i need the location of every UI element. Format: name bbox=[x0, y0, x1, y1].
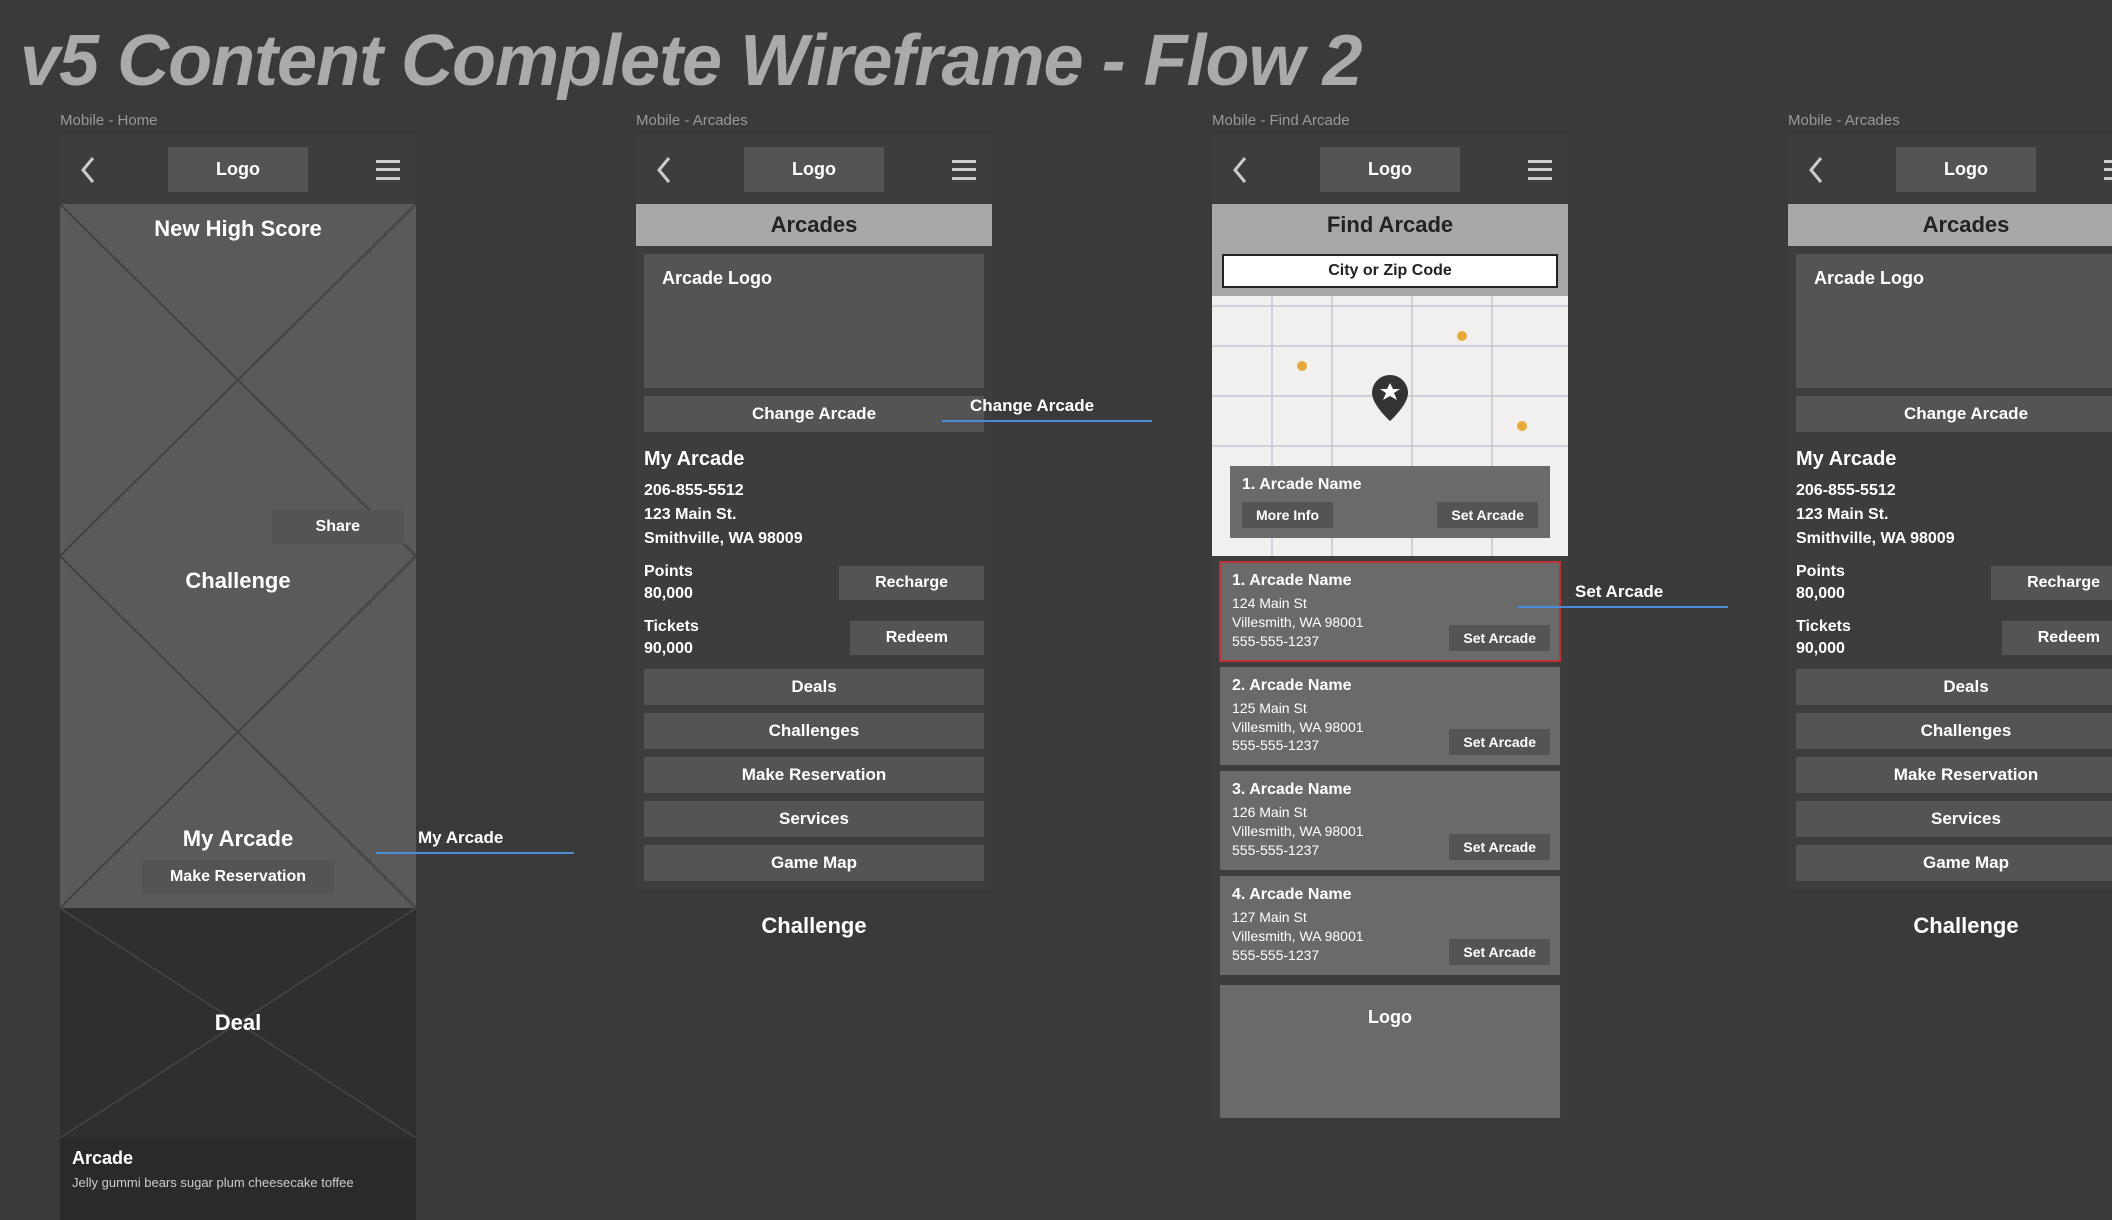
tickets-value: 90,000 bbox=[644, 638, 699, 660]
flow-link-set-arcade: Set Arcade bbox=[1575, 582, 1663, 602]
set-arcade-button[interactable]: Set Arcade bbox=[1449, 625, 1550, 651]
more-info-button[interactable]: More Info bbox=[1242, 502, 1333, 528]
myarcade-title: My Arcade bbox=[60, 826, 416, 852]
result-title: 4. Arcade Name bbox=[1232, 886, 1548, 904]
arcade-addr1: 123 Main St. bbox=[1796, 503, 2112, 527]
arcade-logo-box: Arcade Logo bbox=[644, 254, 984, 388]
page-title: v5 Content Complete Wireframe - Flow 2 bbox=[0, 0, 2112, 112]
result-row[interactable]: 2. Arcade Name 125 Main St Villesmith, W… bbox=[1220, 667, 1560, 766]
frame-label-home: Mobile - Home bbox=[60, 112, 416, 129]
hamburger-icon[interactable] bbox=[2104, 160, 2112, 180]
arcades-banner: Arcades bbox=[636, 204, 992, 246]
challenge-card: Challenge My Arcade Make Reservation bbox=[60, 556, 416, 908]
result-title: 3. Arcade Name bbox=[1232, 781, 1548, 799]
points-value: 80,000 bbox=[644, 583, 693, 605]
points-label: Points bbox=[644, 561, 693, 583]
my-arcade-heading: My Arcade bbox=[644, 448, 984, 471]
back-icon[interactable] bbox=[1228, 158, 1252, 182]
hamburger-icon[interactable] bbox=[1528, 160, 1552, 180]
result-row[interactable]: 3. Arcade Name 126 Main St Villesmith, W… bbox=[1220, 771, 1560, 870]
challenge-subtitle: Challenge bbox=[1788, 889, 2112, 963]
game-map-button[interactable]: Game Map bbox=[1796, 845, 2112, 881]
game-map-button[interactable]: Game Map bbox=[644, 845, 984, 881]
highscore-title: New High Score bbox=[60, 216, 416, 242]
points-value: 80,000 bbox=[1796, 583, 1845, 605]
deals-button[interactable]: Deals bbox=[1796, 669, 2112, 705]
map[interactable]: City or Zip Code 1. Arcade Name More Inf… bbox=[1212, 246, 1568, 556]
flow-link-my-arcade: My Arcade bbox=[418, 828, 503, 848]
back-icon[interactable] bbox=[1804, 158, 1828, 182]
set-arcade-button[interactable]: Set Arcade bbox=[1449, 834, 1550, 860]
challenge-title: Challenge bbox=[60, 568, 416, 594]
map-pin-icon bbox=[1372, 375, 1408, 426]
arcades-banner: Arcades bbox=[1788, 204, 2112, 246]
frame-label-arcades1: Mobile - Arcades bbox=[636, 112, 992, 129]
arcade-phone: 206-855-5512 bbox=[644, 479, 984, 503]
phone-arcades2: Logo Arcades Arcade Logo Change Arcade M… bbox=[1788, 135, 2112, 889]
make-reservation-button[interactable]: Make Reservation bbox=[142, 860, 334, 894]
points-label: Points bbox=[1796, 561, 1845, 583]
change-arcade-button[interactable]: Change Arcade bbox=[1796, 396, 2112, 432]
hamburger-icon[interactable] bbox=[376, 160, 400, 180]
logo-button[interactable]: Logo bbox=[1896, 147, 2036, 192]
frame-label-arcades2: Mobile - Arcades bbox=[1788, 112, 2112, 129]
hamburger-icon[interactable] bbox=[952, 160, 976, 180]
footer-logo: Logo bbox=[1220, 985, 1560, 1118]
map-pop-title: 1. Arcade Name bbox=[1242, 476, 1538, 494]
back-icon[interactable] bbox=[76, 158, 100, 182]
arcade-phone: 206-855-5512 bbox=[1796, 479, 2112, 503]
deals-button[interactable]: Deals bbox=[644, 669, 984, 705]
tickets-label: Tickets bbox=[644, 616, 699, 638]
arcade-footer: Arcade Jelly gummi bears sugar plum chee… bbox=[60, 1138, 416, 1220]
tickets-value: 90,000 bbox=[1796, 638, 1851, 660]
challenge-subtitle: Challenge bbox=[636, 889, 992, 963]
recharge-button[interactable]: Recharge bbox=[1991, 566, 2112, 600]
my-arcade-heading: My Arcade bbox=[1796, 448, 2112, 471]
challenges-button[interactable]: Challenges bbox=[644, 713, 984, 749]
make-reservation-button[interactable]: Make Reservation bbox=[1796, 757, 2112, 793]
deal-card: Deal bbox=[60, 908, 416, 1138]
recharge-button[interactable]: Recharge bbox=[839, 566, 984, 600]
result-addr: 124 Main St bbox=[1232, 594, 1548, 613]
services-button[interactable]: Services bbox=[644, 801, 984, 837]
set-arcade-button[interactable]: Set Arcade bbox=[1449, 729, 1550, 755]
challenges-button[interactable]: Challenges bbox=[1796, 713, 2112, 749]
make-reservation-button[interactable]: Make Reservation bbox=[644, 757, 984, 793]
highscore-card: New High Score Share bbox=[60, 204, 416, 556]
logo-button[interactable]: Logo bbox=[744, 147, 884, 192]
arcade-logo-box: Arcade Logo bbox=[1796, 254, 2112, 388]
result-title: 2. Arcade Name bbox=[1232, 677, 1548, 695]
set-arcade-button[interactable]: Set Arcade bbox=[1437, 502, 1538, 528]
services-button[interactable]: Services bbox=[1796, 801, 2112, 837]
set-arcade-button[interactable]: Set Arcade bbox=[1449, 939, 1550, 965]
result-title: 1. Arcade Name bbox=[1232, 572, 1548, 590]
tickets-label: Tickets bbox=[1796, 616, 1851, 638]
arcade-footer-title: Arcade bbox=[72, 1148, 404, 1169]
logo-button[interactable]: Logo bbox=[1320, 147, 1460, 192]
arcade-addr1: 123 Main St. bbox=[644, 503, 984, 527]
logo-button[interactable]: Logo bbox=[168, 147, 308, 192]
phone-home: Logo New High Score Share Challenge My A… bbox=[60, 135, 416, 1220]
arcade-addr2: Smithville, WA 98009 bbox=[1796, 527, 2112, 551]
phone-arcades1: Logo Arcades Arcade Logo Change Arcade M… bbox=[636, 135, 992, 889]
change-arcade-button[interactable]: Change Arcade bbox=[644, 396, 984, 432]
back-icon[interactable] bbox=[652, 158, 676, 182]
map-popover: 1. Arcade Name More Info Set Arcade bbox=[1230, 466, 1550, 538]
deal-title: Deal bbox=[60, 1010, 416, 1036]
result-addr: 127 Main St bbox=[1232, 908, 1548, 927]
share-button[interactable]: Share bbox=[272, 510, 404, 544]
find-banner: Find Arcade bbox=[1212, 204, 1568, 246]
result-addr: 125 Main St bbox=[1232, 699, 1548, 718]
redeem-button[interactable]: Redeem bbox=[850, 621, 984, 655]
frame-label-find: Mobile - Find Arcade bbox=[1212, 112, 1568, 129]
phone-find: Logo Find Arcade City or Zip Code 1. Arc… bbox=[1212, 135, 1568, 1118]
search-input[interactable]: City or Zip Code bbox=[1222, 254, 1558, 288]
result-addr: 126 Main St bbox=[1232, 803, 1548, 822]
arcade-addr2: Smithville, WA 98009 bbox=[644, 527, 984, 551]
result-row[interactable]: 4. Arcade Name 127 Main St Villesmith, W… bbox=[1220, 876, 1560, 975]
result-row[interactable]: 1. Arcade Name 124 Main St Villesmith, W… bbox=[1220, 562, 1560, 661]
redeem-button[interactable]: Redeem bbox=[2002, 621, 2112, 655]
